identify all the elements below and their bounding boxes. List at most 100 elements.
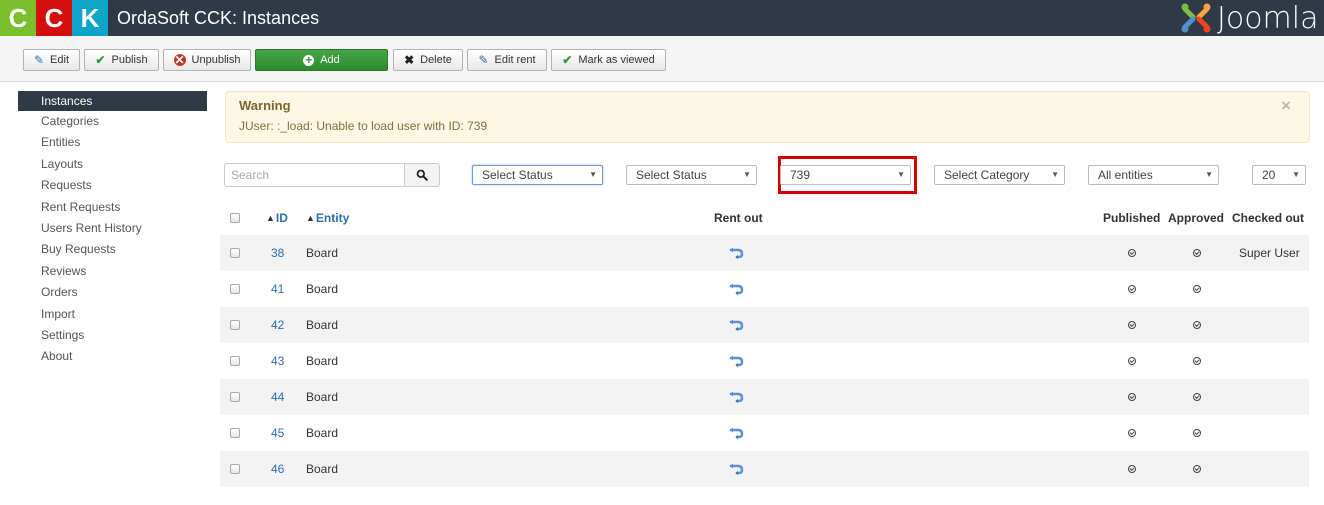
publish-button-label: Publish <box>111 54 148 66</box>
user-select-value: 739 <box>790 168 811 182</box>
row-checkbox[interactable] <box>230 392 240 402</box>
published-status-icon[interactable] <box>1128 321 1136 329</box>
row-id-link[interactable]: 44 <box>271 379 284 415</box>
check-icon: ✔ <box>95 53 106 67</box>
unpublish-button[interactable]: ✕ Unpublish <box>163 49 251 71</box>
row-checkbox[interactable] <box>230 356 240 366</box>
approved-status-icon[interactable] <box>1193 429 1201 437</box>
select-all-checkbox[interactable] <box>230 212 240 223</box>
caret-down-icon: ▼ <box>1292 170 1300 179</box>
id-header-label: ID <box>275 210 288 225</box>
row-id-link[interactable]: 46 <box>271 451 284 487</box>
sidebar-item-layouts[interactable]: Layouts <box>18 154 207 175</box>
app-header: C C K OrdaSoft CCK: Instances Joomla <box>0 0 1324 36</box>
caret-down-icon: ▼ <box>589 170 597 179</box>
alert-title: Warning <box>239 98 291 113</box>
joomla-wordmark: Joomla <box>1217 0 1319 36</box>
published-status-icon[interactable] <box>1128 429 1136 437</box>
toolbar: ✎ Edit ✔ Publish ✕ Unpublish + Add ✖ Del… <box>0 36 1324 82</box>
rent-out-icon[interactable] <box>729 283 744 295</box>
edit-button[interactable]: ✎ Edit <box>23 49 80 71</box>
publish-button[interactable]: ✔ Publish <box>84 49 159 71</box>
approved-status-icon[interactable] <box>1193 393 1201 401</box>
close-icon[interactable]: × <box>1281 96 1291 116</box>
row-id-link[interactable]: 43 <box>271 343 284 379</box>
mark-as-viewed-button[interactable]: ✔ Mark as viewed <box>551 49 666 71</box>
rent-out-icon[interactable] <box>729 319 744 331</box>
entity-header-label: Entity <box>315 210 350 225</box>
joomla-icon <box>1181 3 1211 33</box>
rent-out-icon[interactable] <box>729 355 744 367</box>
edit-icon: ✎ <box>33 53 45 67</box>
row-id-link[interactable]: 38 <box>271 235 284 271</box>
page-title: OrdaSoft CCK: Instances <box>117 7 320 28</box>
approved-status-icon[interactable] <box>1193 249 1201 257</box>
user-select[interactable]: 739 ▼ <box>780 165 911 185</box>
sidebar-item-users-rent-history[interactable]: Users Rent History <box>18 218 207 239</box>
search-input[interactable] <box>224 163 405 187</box>
row-id-link[interactable]: 41 <box>271 271 284 307</box>
published-status-icon[interactable] <box>1128 285 1136 293</box>
published-status-icon[interactable] <box>1128 249 1136 257</box>
logo-letter-c: C <box>36 0 72 36</box>
joomla-logo: Joomla <box>1179 0 1324 36</box>
rent-out-header: Rent out <box>714 210 763 225</box>
published-status-icon[interactable] <box>1128 393 1136 401</box>
delete-button-label: Delete <box>420 54 452 66</box>
row-checkbox[interactable] <box>230 428 240 438</box>
edit-rent-button[interactable]: ✎ Edit rent <box>467 49 547 71</box>
edit-button-label: Edit <box>50 54 70 66</box>
sort-entity-header[interactable]: ▲ Entity <box>306 200 349 235</box>
status-select-2-value: Select Status <box>636 168 707 182</box>
table-row: 42 Board <box>220 307 1309 343</box>
sidebar-item-buy-requests[interactable]: Buy Requests <box>18 239 207 260</box>
add-button[interactable]: + Add <box>255 49 388 71</box>
sidebar-item-categories[interactable]: Categories <box>18 111 207 132</box>
status-select-1[interactable]: Select Status ▼ <box>472 165 603 185</box>
rent-out-icon[interactable] <box>729 391 744 403</box>
limit-select[interactable]: 20 ▼ <box>1252 165 1306 185</box>
sidebar-item-instances[interactable]: Instances <box>18 91 207 111</box>
row-checkbox[interactable] <box>230 464 240 474</box>
status-select-2[interactable]: Select Status ▼ <box>626 165 757 185</box>
sidebar-item-settings[interactable]: Settings <box>18 325 207 346</box>
sidebar-item-import[interactable]: Import <box>18 304 207 325</box>
sidebar-item-rent-requests[interactable]: Rent Requests <box>18 197 207 218</box>
sidebar-item-about[interactable]: About <box>18 346 207 367</box>
category-select-value: Select Category <box>944 168 1030 182</box>
row-entity: Board <box>306 354 339 368</box>
x-icon: ✖ <box>404 53 415 67</box>
row-checkbox[interactable] <box>230 284 240 294</box>
category-select[interactable]: Select Category ▼ <box>934 165 1065 185</box>
rent-out-icon[interactable] <box>729 247 744 259</box>
row-entity: Board <box>306 462 339 476</box>
row-checked-out: Super User <box>1239 246 1300 260</box>
sidebar-item-reviews[interactable]: Reviews <box>18 261 207 282</box>
row-entity: Board <box>306 426 339 440</box>
delete-button[interactable]: ✖ Delete <box>393 49 463 71</box>
entity-select[interactable]: All entities ▼ <box>1088 165 1219 185</box>
sidebar-item-requests[interactable]: Requests <box>18 175 207 196</box>
table-body: 38 Board Super User 41 Board 42 Board 43… <box>220 235 1309 487</box>
caret-down-icon: ▼ <box>743 170 751 179</box>
search-button[interactable] <box>404 163 440 187</box>
approved-status-icon[interactable] <box>1193 357 1201 365</box>
instances-table: ▲ ID ▲ Entity Rent out Published Approve… <box>220 200 1309 487</box>
rent-out-icon[interactable] <box>729 463 744 475</box>
approved-status-icon[interactable] <box>1193 465 1201 473</box>
rent-out-icon[interactable] <box>729 427 744 439</box>
row-checkbox[interactable] <box>230 320 240 330</box>
table-row: 46 Board <box>220 451 1309 487</box>
row-id-link[interactable]: 42 <box>271 307 284 343</box>
row-checkbox[interactable] <box>230 248 240 258</box>
sidebar-item-entities[interactable]: Entities <box>18 132 207 153</box>
published-status-icon[interactable] <box>1128 357 1136 365</box>
sort-id-header[interactable]: ▲ ID <box>266 200 288 235</box>
sort-asc-icon: ▲ <box>306 212 315 223</box>
sidebar-item-orders[interactable]: Orders <box>18 282 207 303</box>
row-entity: Board <box>306 246 339 260</box>
approved-status-icon[interactable] <box>1193 285 1201 293</box>
published-status-icon[interactable] <box>1128 465 1136 473</box>
row-id-link[interactable]: 45 <box>271 415 284 451</box>
approved-status-icon[interactable] <box>1193 321 1201 329</box>
